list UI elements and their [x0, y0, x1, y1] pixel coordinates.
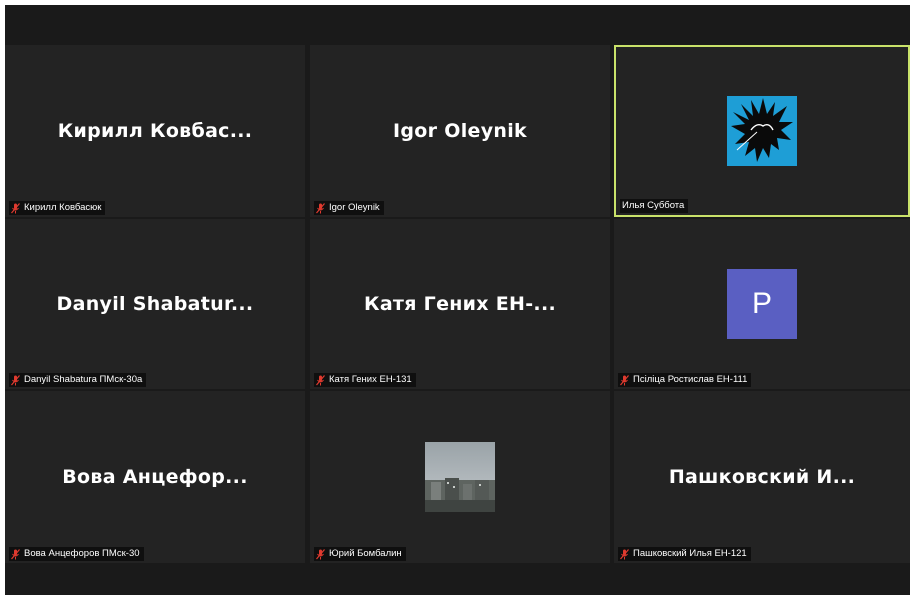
top-bar [5, 5, 910, 45]
muted-mic-icon [620, 374, 629, 385]
muted-mic-icon [11, 202, 20, 213]
participant-name-label: Юрий Бомбалин [314, 547, 406, 561]
participant-label-text: Псіліца Ростислав ЕН-111 [633, 374, 748, 385]
muted-mic-icon [620, 548, 629, 559]
participant-tile-active-speaker[interactable]: Илья Суббота [614, 45, 910, 217]
participant-name-label: Вова Анцефоров ПМск-30 [9, 547, 144, 561]
participant-tile[interactable]: Вова Анцефор... Вова Анцефоров ПМск-30 [5, 391, 305, 563]
participant-display-name: Пашковский И... [668, 466, 856, 488]
muted-mic-icon [316, 202, 325, 213]
participant-name-label: Пашковский Илья ЕН-121 [618, 547, 751, 561]
participant-name-label: Danyil Shabatura ПМск-30а [9, 373, 147, 387]
participant-label-text: Igor Oleynik [329, 202, 380, 213]
muted-mic-icon [11, 548, 20, 559]
participant-label-text: Юрий Бомбалин [329, 548, 402, 559]
participant-label-text: Пашковский Илья ЕН-121 [633, 548, 747, 559]
participant-display-name: Катя Гених ЕН-... [363, 293, 556, 315]
muted-mic-icon [11, 374, 20, 385]
participant-name-label: Катя Гених ЕН-131 [314, 373, 416, 387]
participant-tile[interactable]: Danyil Shabatur... Danyil Shabatura ПМск… [5, 219, 305, 389]
participant-label-text: Danyil Shabatura ПМск-30а [24, 374, 143, 385]
city-photo-image [425, 442, 495, 512]
participant-label-text: Илья Суббота [622, 200, 685, 211]
spiky-hair-silhouette-image [727, 96, 797, 166]
participant-tile[interactable]: Igor Oleynik Igor Oleynik [310, 45, 610, 217]
participant-name-label: Псіліца Ростислав ЕН-111 [618, 373, 752, 387]
participant-tile[interactable]: Юрий Бомбалин [310, 391, 610, 563]
participant-label-text: Катя Гених ЕН-131 [329, 374, 412, 385]
participant-grid: Кирилл Ковбас... Кирилл Ковбасюк Igor Ol… [5, 45, 910, 563]
participant-tile[interactable]: P Псіліца Ростислав ЕН-111 [614, 219, 910, 389]
muted-mic-icon [316, 548, 325, 559]
bottom-bar [5, 563, 910, 595]
participant-tile[interactable]: Кирилл Ковбас... Кирилл Ковбасюк [5, 45, 305, 217]
participant-name-label: Кирилл Ковбасюк [9, 201, 106, 215]
avatar-letter: P [727, 269, 797, 339]
participant-tile[interactable]: Пашковский И... Пашковский Илья ЕН-121 [614, 391, 910, 563]
muted-mic-icon [316, 374, 325, 385]
participant-display-name: Вова Анцефор... [62, 466, 248, 488]
participant-name-label: Igor Oleynik [314, 201, 384, 215]
participant-display-name: Danyil Shabatur... [56, 293, 254, 315]
video-meeting-window: Кирилл Ковбас... Кирилл Ковбасюк Igor Ol… [5, 5, 910, 595]
participant-label-text: Вова Анцефоров ПМск-30 [24, 548, 140, 559]
participant-display-name: Igor Oleynik [393, 120, 527, 142]
participant-tile[interactable]: Катя Гених ЕН-... Катя Гених ЕН-131 [310, 219, 610, 389]
participant-label-text: Кирилл Ковбасюк [24, 202, 102, 213]
participant-display-name: Кирилл Ковбас... [57, 120, 253, 142]
participant-name-label: Илья Суббота [620, 199, 689, 213]
